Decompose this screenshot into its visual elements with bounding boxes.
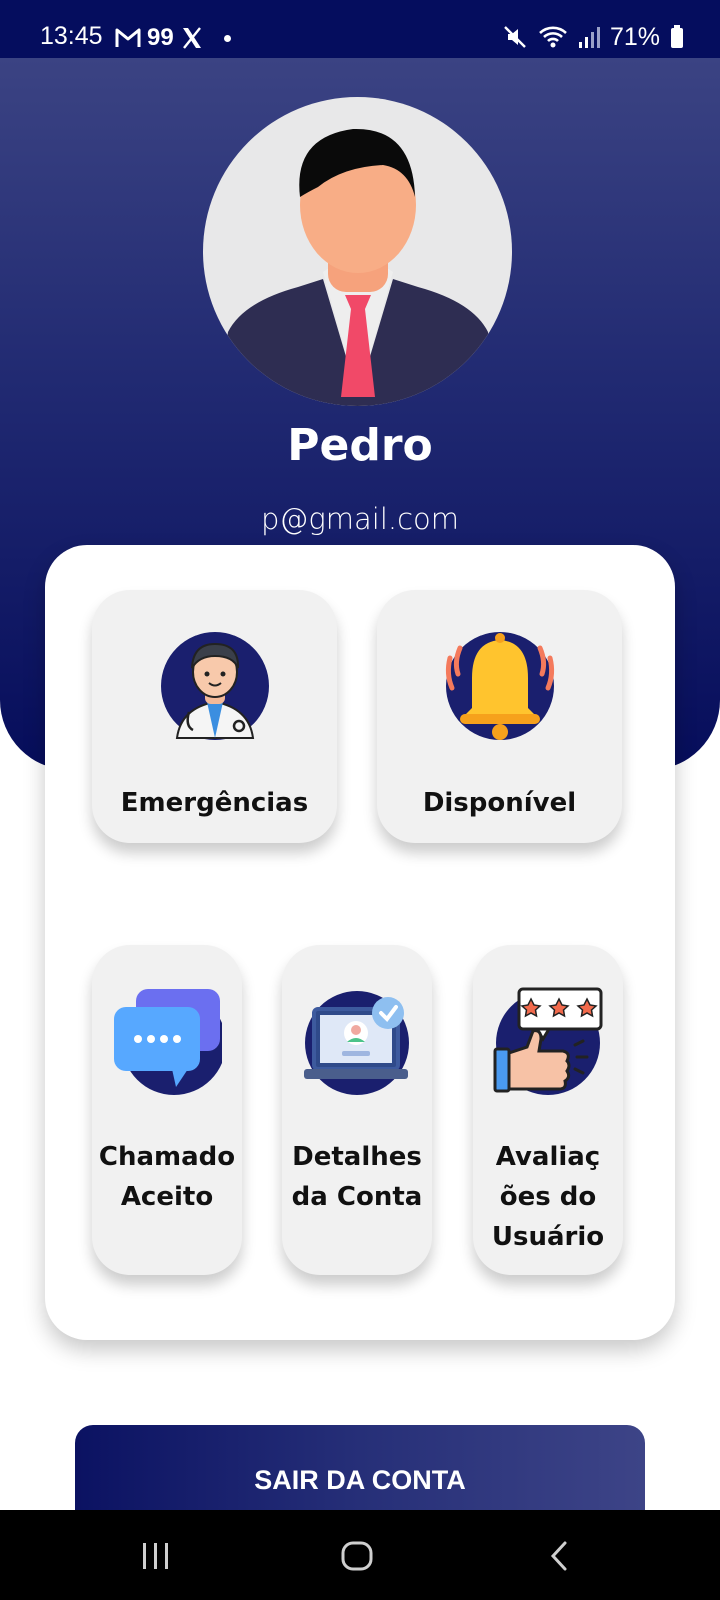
tile-label-line-2: ões do xyxy=(499,1182,597,1212)
signal-icon xyxy=(578,27,600,48)
businessman-avatar-icon xyxy=(203,97,512,406)
notification-dot xyxy=(223,34,231,42)
system-nav-bar xyxy=(0,1510,720,1600)
back-icon[interactable] xyxy=(548,1540,570,1572)
tile-label-line-1: Avaliaç xyxy=(495,1142,601,1172)
status-system-icons: 71% xyxy=(502,22,684,52)
tile-label-line-2: Aceito xyxy=(120,1182,214,1212)
chat-bubbles-icon xyxy=(114,989,226,1095)
tile-label-line-3: Usuário xyxy=(491,1222,605,1252)
99-app-icon: 99 xyxy=(147,24,174,51)
gmail-icon xyxy=(115,28,141,47)
user-name: Pedro xyxy=(287,420,433,471)
bell-icon xyxy=(445,632,555,740)
tile-detalhes-da-conta[interactable]: Detalhes da Conta xyxy=(282,945,432,1275)
status-time: 13:45 xyxy=(40,22,103,50)
rating-thumbs-up-icon xyxy=(493,987,603,1095)
tile-emergencias[interactable]: Emergências xyxy=(92,590,337,843)
tile-label: Emergências xyxy=(120,788,309,818)
tile-label-line-2: da Conta xyxy=(291,1182,423,1212)
tile-avaliacoes-do-usuario[interactable]: Avaliaç ões do Usuário xyxy=(473,945,623,1275)
tile-disponivel[interactable]: Disponível xyxy=(377,590,622,843)
wifi-icon xyxy=(539,26,567,48)
doctor-icon xyxy=(161,632,269,740)
x-app-icon xyxy=(182,27,201,49)
battery-icon xyxy=(671,25,683,48)
account-laptop-icon xyxy=(304,991,409,1095)
tile-label-line-1: Detalhes xyxy=(292,1142,422,1172)
tile-label-line-1: Chamado xyxy=(98,1142,236,1172)
home-icon[interactable] xyxy=(340,1540,374,1572)
status-notification-icons: 99 xyxy=(115,24,231,52)
status-bar: 13:45 99 71% xyxy=(0,0,720,58)
tile-label: Disponível xyxy=(422,788,577,818)
battery-percent: 71% xyxy=(609,22,660,51)
recents-icon[interactable] xyxy=(140,1542,172,1570)
user-email: p@gmail.com xyxy=(260,502,460,536)
menu-panel: Emergências Disponível Chamado Aceito De… xyxy=(45,545,675,1340)
tile-chamado-aceito[interactable]: Chamado Aceito xyxy=(92,945,242,1275)
logout-button-label: SAIR DA CONTA xyxy=(254,1465,466,1495)
mute-icon xyxy=(504,26,526,48)
